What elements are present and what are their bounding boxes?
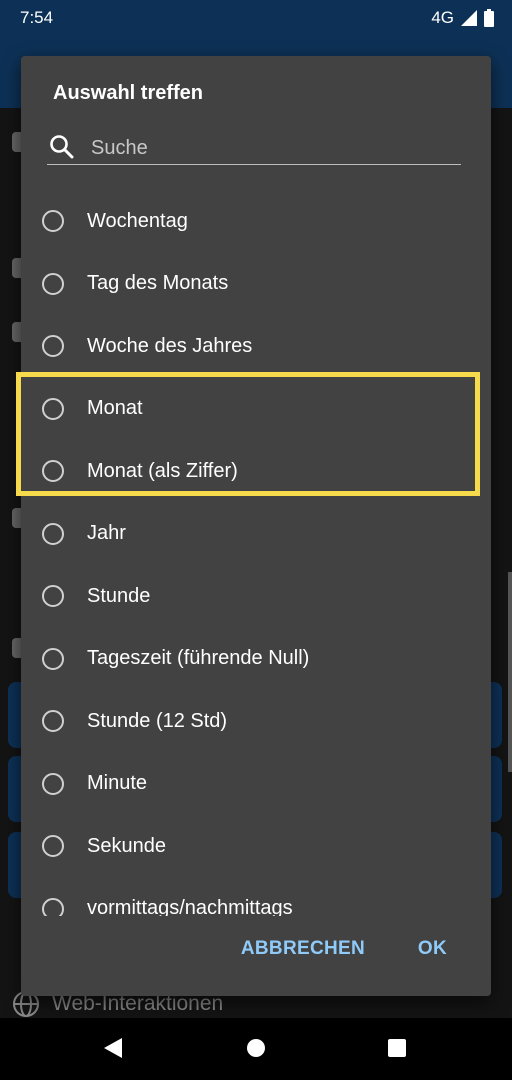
option-tageszeit[interactable]: Tageszeit (führende Null) bbox=[21, 628, 491, 691]
network-type: 4G bbox=[431, 8, 454, 27]
radio-button[interactable] bbox=[42, 647, 64, 670]
radio-button[interactable] bbox=[42, 585, 64, 608]
radio-button[interactable] bbox=[42, 522, 64, 545]
radio-button[interactable] bbox=[42, 272, 64, 295]
option-label: Jahr bbox=[87, 522, 126, 545]
option-label: Sekunde bbox=[87, 834, 166, 857]
selection-dialog: Auswahl treffen Wochentag Tag des Monats… bbox=[21, 56, 491, 996]
option-tag-des-monats[interactable]: Tag des Monats bbox=[21, 253, 491, 316]
option-label: Tageszeit (führende Null) bbox=[87, 647, 310, 670]
option-label: Stunde bbox=[87, 584, 151, 607]
option-minute[interactable]: Minute bbox=[21, 753, 491, 816]
option-stunde-12[interactable]: Stunde (12 Std) bbox=[21, 690, 491, 753]
option-label: Monat bbox=[87, 397, 143, 420]
search-field[interactable] bbox=[47, 130, 461, 165]
signal-icon bbox=[461, 10, 477, 26]
radio-button[interactable] bbox=[42, 772, 64, 795]
back-icon[interactable] bbox=[104, 1038, 122, 1058]
option-label: Wochentag bbox=[87, 209, 188, 232]
option-sekunde[interactable]: Sekunde bbox=[21, 815, 491, 878]
recent-apps-icon[interactable] bbox=[388, 1039, 406, 1057]
scrollbar[interactable] bbox=[508, 572, 512, 772]
status-bar: 7:54 4G bbox=[0, 0, 512, 36]
options-list[interactable]: Wochentag Tag des Monats Woche des Jahre… bbox=[21, 190, 491, 920]
option-label: Woche des Jahres bbox=[87, 334, 253, 357]
status-icons: 4G bbox=[431, 8, 494, 28]
option-label: Monat (als Ziffer) bbox=[87, 459, 238, 482]
option-label: Tag des Monats bbox=[87, 272, 229, 295]
search-input[interactable] bbox=[89, 132, 453, 164]
radio-button[interactable] bbox=[42, 397, 64, 420]
radio-button[interactable] bbox=[42, 710, 64, 733]
option-monat-als-ziffer[interactable]: Monat (als Ziffer) bbox=[21, 440, 491, 503]
option-woche-des-jahres[interactable]: Woche des Jahres bbox=[21, 315, 491, 378]
option-label: Stunde (12 Std) bbox=[87, 709, 228, 732]
radio-button[interactable] bbox=[42, 210, 64, 233]
dialog-actions: ABBRECHEN OK bbox=[21, 916, 491, 996]
option-label: Minute bbox=[87, 772, 148, 795]
cancel-button[interactable]: ABBRECHEN bbox=[241, 938, 365, 960]
home-icon[interactable] bbox=[247, 1039, 265, 1057]
radio-button[interactable] bbox=[42, 460, 64, 483]
dialog-title: Auswahl treffen bbox=[53, 82, 204, 104]
radio-button[interactable] bbox=[42, 335, 64, 358]
option-wochentag[interactable]: Wochentag bbox=[21, 190, 491, 253]
option-vormittags-nachmittags[interactable]: vormittags/nachmittags bbox=[21, 878, 491, 921]
option-monat[interactable]: Monat bbox=[21, 378, 491, 441]
option-stunde[interactable]: Stunde bbox=[21, 565, 491, 628]
battery-icon bbox=[484, 9, 494, 27]
search-icon bbox=[50, 135, 74, 159]
status-time: 7:54 bbox=[20, 8, 54, 27]
radio-button[interactable] bbox=[42, 835, 64, 858]
ok-button[interactable]: OK bbox=[418, 938, 447, 960]
option-jahr[interactable]: Jahr bbox=[21, 503, 491, 566]
